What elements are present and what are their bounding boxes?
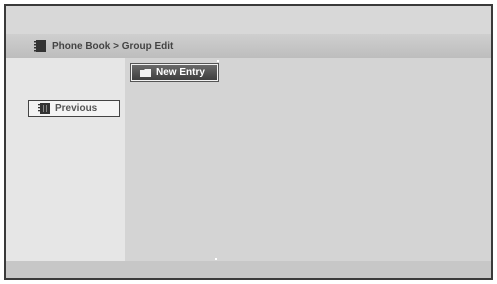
previous-button[interactable]: Previous — [28, 100, 120, 117]
new-entry-button-label: New Entry — [156, 67, 205, 78]
top-bar — [6, 6, 491, 34]
title-bar: Phone Book > Group Edit — [6, 34, 491, 58]
new-entry-button[interactable]: New Entry — [131, 64, 218, 81]
page-title: Phone Book > Group Edit — [52, 40, 174, 52]
bottom-bar — [6, 261, 491, 278]
previous-button-label: Previous — [55, 103, 98, 114]
tv-screen: Phone Book > Group Edit Previous New Ent… — [4, 4, 493, 280]
folder-icon — [140, 68, 151, 77]
phone-book-icon — [38, 103, 50, 114]
content-area: New Entry — [125, 58, 491, 261]
scroll-indicator-bottom — [215, 258, 217, 260]
scroll-indicator-top — [217, 60, 219, 62]
phone-book-icon — [34, 40, 46, 52]
sidebar: Previous — [6, 58, 125, 261]
